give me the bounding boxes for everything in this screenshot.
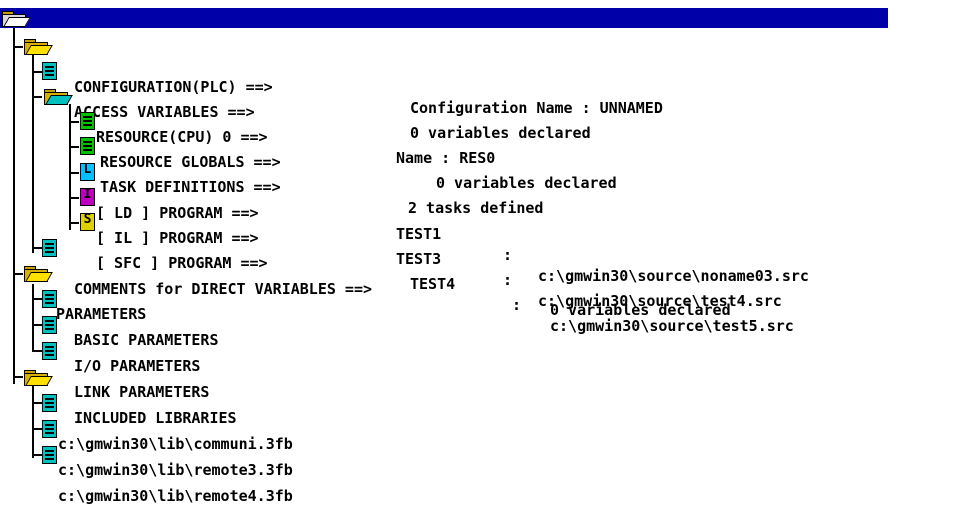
program-icon-letter: I: [83, 187, 92, 202]
document-icon: [42, 316, 57, 334]
document-icon: [42, 62, 57, 80]
tree-item-io-parameters[interactable]: I/O PARAMETERS: [0, 314, 976, 375]
document-icon: [42, 290, 57, 308]
document-icon: [80, 112, 95, 130]
tree-item-link-parameters[interactable]: LINK PARAMETERS: [0, 340, 976, 401]
project-tree: PROJECT ==> PLC Type : GM3 Writer : LG I…: [0, 0, 976, 505]
program-icon-letter: S: [83, 212, 92, 227]
tree-item-library[interactable]: c:\gmwin30\lib\remote3.3fb: [0, 418, 976, 479]
open-folder-icon: [0, 10, 31, 27]
library-path: c:\gmwin30\lib\remote4.3fb: [58, 487, 293, 505]
document-icon: [42, 394, 57, 412]
document-icon: [42, 342, 57, 360]
sfc-program-icon: S: [80, 212, 95, 231]
open-folder-icon: [22, 265, 53, 282]
tree-item-comments[interactable]: COMMENTS for DIRECT VARIABLES ==> 0 vari…: [0, 237, 976, 319]
tree-item-program[interactable]: I [ IL ] PROGRAM ==> TEST3 : c:\gmwin30\…: [0, 186, 976, 310]
tree-item-library[interactable]: c:\gmwin30\lib\remote4.3fb: [0, 444, 976, 505]
ld-program-icon: L: [80, 162, 95, 181]
tree-item-configuration[interactable]: CONFIGURATION(PLC) ==> Configuration Nam…: [0, 35, 976, 117]
program-icon-letter: L: [83, 162, 92, 177]
tree-item-library[interactable]: c:\gmwin30\lib\communi.3fb: [0, 392, 976, 453]
tree-item-parameters[interactable]: PARAMETERS: [0, 262, 976, 323]
open-folder-icon: [42, 88, 73, 105]
tree-item-task-definitions[interactable]: TASK DEFINITIONS ==> 2 tasks defined: [0, 135, 976, 217]
tree-item-program[interactable]: L [ LD ] PROGRAM ==> TEST1 : c:\gmwin30\…: [0, 161, 976, 285]
il-program-icon: I: [80, 187, 95, 206]
document-icon: [80, 137, 95, 155]
open-folder-icon: [22, 369, 53, 386]
tree-item-resource-globals[interactable]: RESOURCE GLOBALS ==> 0 variables declare…: [0, 110, 976, 192]
tree-item-basic-parameters[interactable]: BASIC PARAMETERS: [0, 288, 976, 349]
tree-item-included-libraries[interactable]: INCLUDED LIBRARIES: [0, 366, 976, 427]
tree-item-access-variables[interactable]: ACCESS VARIABLES ==> 0 variables declare…: [0, 60, 976, 142]
tree-item-program[interactable]: S [ SFC ] PROGRAM ==> TEST4 : c:\gmwin30…: [0, 211, 976, 335]
tree-item-resource[interactable]: RESOURCE(CPU) 0 ==> Name : RES0: [0, 85, 976, 167]
document-icon: [42, 239, 57, 257]
document-icon: [42, 446, 57, 464]
document-icon: [42, 420, 57, 438]
open-folder-icon: [22, 38, 53, 55]
project-header-row[interactable]: PROJECT ==> PLC Type : GM3 Writer : LG I…: [0, 8, 888, 107]
